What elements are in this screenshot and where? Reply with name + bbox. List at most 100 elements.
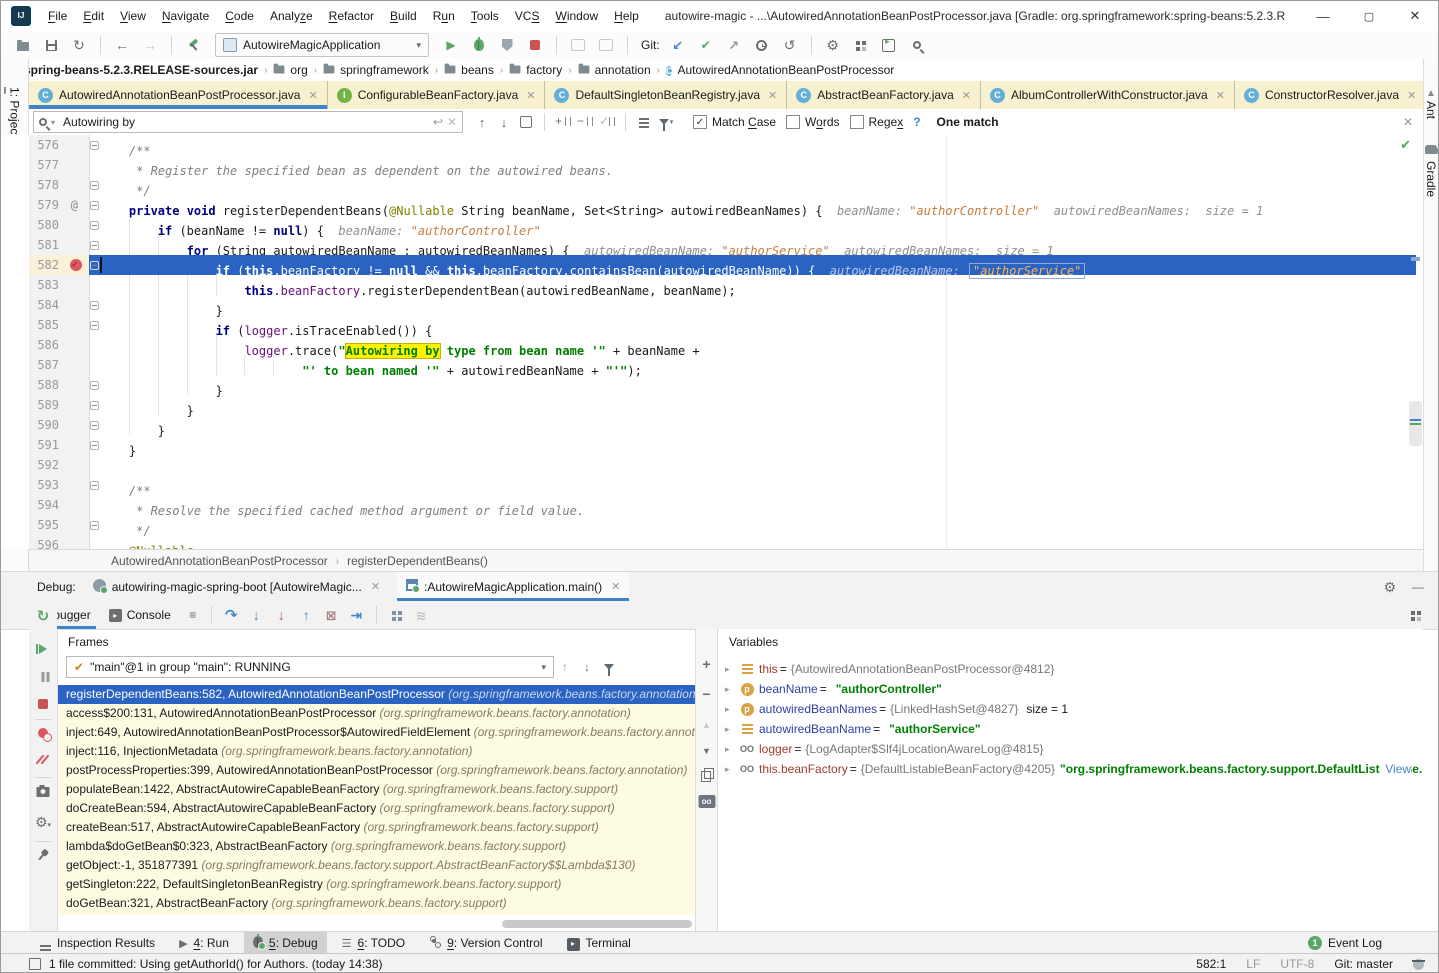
thread-selector[interactable]: ✔ "main"@1 in group "main": RUNNING ▾ [66, 656, 554, 678]
next-match-icon[interactable]: ↓ [493, 111, 515, 133]
menu-tools[interactable]: Tools [463, 4, 507, 28]
back-icon[interactable]: ← [110, 33, 134, 57]
menu-help[interactable]: Help [606, 4, 647, 28]
menu-view[interactable]: View [112, 4, 154, 28]
fold-marker-icon[interactable] [90, 321, 99, 330]
add-watch-icon[interactable]: + [702, 657, 710, 672]
stripe-project-label[interactable]: 1: Project [8, 87, 22, 138]
remove-occurrence-icon[interactable]: − [574, 111, 596, 133]
frame-row[interactable]: inject:649, AutowiredAnnotationBeanPostP… [58, 723, 696, 742]
search-options-chevron-icon[interactable]: ▾ [51, 118, 55, 127]
variable-row[interactable]: ▸OOlogger={LogAdapter$Slf4jLocationAware… [719, 739, 1423, 759]
editor-tab[interactable]: CAutowiredAnnotationBeanPostProcessor.ja… [29, 81, 328, 109]
menu-edit[interactable]: Edit [75, 4, 112, 28]
git-push-icon[interactable]: ↗ [722, 33, 746, 57]
minimize-button[interactable]: — [1300, 1, 1346, 31]
caret-position[interactable]: 582:1 [1196, 957, 1226, 971]
close-button[interactable]: ✕ [1392, 1, 1438, 31]
run-to-cursor-icon[interactable]: ⇥ [344, 603, 369, 627]
frame-row[interactable]: createBean:517, AbstractAutowireCapableB… [58, 818, 696, 837]
frames-list[interactable]: registerDependentBeans:582, AutowiredAnn… [58, 685, 696, 915]
variable-row[interactable]: ▸OOthis.beanFactory={DefaultListableBean… [719, 759, 1423, 779]
expand-chevron-icon[interactable]: ▸ [725, 664, 739, 675]
toolwindow-button-6-todo[interactable]: ☰6: TODO [333, 932, 414, 954]
frame-row[interactable]: postProcessProperties:399, AutowiredAnno… [58, 761, 696, 780]
clear-search-icon[interactable]: ✕ [447, 115, 457, 129]
prev-match-icon[interactable]: ↑ [471, 111, 493, 133]
filter-lines-icon[interactable] [633, 111, 655, 133]
frame-row[interactable]: inject:116, InjectionMetadata (org.sprin… [58, 742, 696, 761]
thread-dump-icon[interactable] [37, 785, 50, 800]
fold-marker-icon[interactable] [90, 201, 99, 210]
editor-breadcrumb-item[interactable]: registerDependentBeans() [347, 554, 488, 568]
menu-file[interactable]: File [40, 4, 75, 28]
breadcrumb-item[interactable]: annotation [578, 63, 651, 77]
debug-settings-gear-icon[interactable]: ⚙ [1383, 579, 1396, 596]
coverage-icon[interactable] [495, 33, 519, 57]
fold-marker-icon[interactable] [90, 261, 99, 270]
view-breakpoints-icon[interactable] [38, 727, 48, 741]
editor-tab[interactable]: CDefaultSingletonBeanRegistry.java✕ [545, 81, 787, 109]
wrench-icon[interactable]: ⚙ [821, 33, 845, 57]
checkbox-words[interactable]: Words [786, 115, 839, 129]
close-tab-icon[interactable]: ✕ [768, 89, 777, 102]
breadcrumb-item[interactable]: beans [444, 63, 494, 77]
editor-tab[interactable]: IConfigurableBeanFactory.java✕ [328, 81, 546, 109]
variable-row[interactable]: ▸this={AutowiredAnnotationBeanPostProces… [719, 659, 1423, 679]
frame-row[interactable]: access$200:131, AutowiredAnnotationBeanP… [58, 704, 696, 723]
debug-icon[interactable] [467, 33, 491, 57]
step-over-icon[interactable]: ↷ [219, 603, 244, 627]
toolwindow-button-terminal[interactable]: ▸Terminal [558, 932, 640, 954]
toolwindow-button-5-debug[interactable]: 5: Debug [244, 932, 327, 954]
stripe-ant-label[interactable]: Ant [1424, 101, 1438, 119]
line-separator[interactable]: LF [1246, 957, 1260, 971]
toolwindow-button-9-version-control[interactable]: 9: Version Control [420, 932, 551, 954]
toolwindow-button-inspection-results[interactable]: Inspection Results [31, 932, 164, 954]
search-input[interactable]: ▾ Autowiring by ↩ ✕ [33, 111, 463, 133]
variable-row[interactable]: ▸autowiredBeanName="authorService" [719, 719, 1423, 739]
code-editor[interactable]: 576577578579@580581582583584585586587588… [1, 135, 1423, 549]
resume-icon[interactable] [39, 643, 47, 657]
select-occurrences-icon[interactable]: ✓ [596, 111, 618, 133]
step-into-icon[interactable]: ↓ [244, 603, 269, 627]
hammer-icon[interactable] [181, 33, 205, 57]
menu-window[interactable]: Window [547, 4, 606, 28]
frame-row[interactable]: doGetBean:321, AbstractBeanFactory (org.… [58, 894, 696, 913]
close-tab-icon[interactable]: ✕ [1216, 89, 1225, 102]
trace-stream-icon[interactable]: ≋ [409, 603, 434, 627]
frame-row[interactable]: getObject:-1, 351877391 (org.springframe… [58, 856, 696, 875]
editor-breadcrumb-item[interactable]: AutowiredAnnotationBeanPostProcessor [111, 554, 328, 568]
select-all-matches-icon[interactable] [515, 111, 537, 133]
stop-icon[interactable] [523, 33, 547, 57]
maximize-button[interactable]: ▢ [1346, 1, 1392, 31]
fold-marker-icon[interactable] [90, 181, 99, 190]
breakpoint-icon[interactable] [70, 259, 82, 271]
close-tab-icon[interactable]: ✕ [371, 580, 380, 593]
expand-chevron-icon[interactable]: ▸ [725, 704, 739, 715]
search-history-icon[interactable]: ↩ [433, 115, 443, 129]
show-watches-icon[interactable]: oo [698, 793, 715, 808]
fold-marker-icon[interactable] [90, 401, 99, 410]
annotation-gutter-icon[interactable]: @ [71, 195, 78, 215]
project-structure-icon[interactable] [849, 33, 873, 57]
fold-marker-icon[interactable] [90, 521, 99, 530]
drop-frame-icon[interactable]: ⊠ [319, 603, 344, 627]
frame-up-icon[interactable]: ↑ [554, 656, 576, 678]
menu-analyze[interactable]: Analyze [262, 4, 321, 28]
run-anything-icon[interactable] [877, 33, 901, 57]
fold-marker-icon[interactable] [90, 221, 99, 230]
fold-marker-icon[interactable] [90, 241, 99, 250]
editor-tab[interactable]: CConstructorResolver.java✕ [1235, 81, 1423, 109]
force-step-into-icon[interactable]: ↓ [269, 603, 294, 627]
menu-refactor[interactable]: Refactor [321, 4, 382, 28]
expand-chevron-icon[interactable]: ▸ [725, 724, 739, 735]
breadcrumb-item[interactable]: org [273, 63, 307, 77]
close-tab-icon[interactable]: ✕ [526, 89, 535, 102]
event-log-button[interactable]: 1 Event Log [1308, 936, 1382, 950]
open-folder-icon[interactable] [11, 33, 35, 57]
search-help[interactable]: ? [913, 115, 920, 129]
variable-row[interactable]: ▸pautowiredBeanNames={LinkedHashSet@4827… [719, 699, 1423, 719]
variables-list[interactable]: ▸this={AutowiredAnnotationBeanPostProces… [719, 659, 1423, 779]
mute-breakpoints-icon[interactable] [37, 753, 49, 768]
frame-row[interactable]: registerDependentBeans:582, AutowiredAnn… [58, 685, 696, 704]
